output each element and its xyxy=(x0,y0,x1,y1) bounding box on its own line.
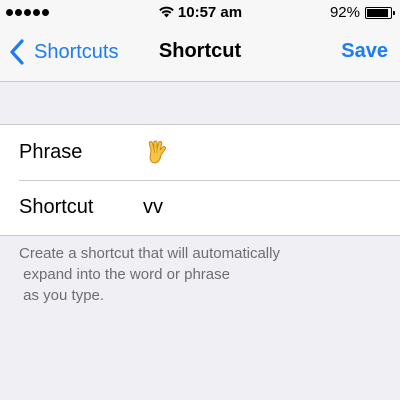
shortcut-label: Shortcut xyxy=(19,196,94,218)
battery-icon xyxy=(365,6,395,19)
back-button-label: Shortcuts xyxy=(34,40,119,63)
shortcut-row[interactable]: Shortcut vv xyxy=(0,180,400,235)
shortcut-input[interactable]: vv xyxy=(143,196,383,219)
shortcut-edit-screen: 10:57 am 92% Shortcuts Shortcut Save Phr… xyxy=(0,0,400,400)
shortcut-form: Phrase Shortcut vv xyxy=(0,124,400,236)
navigation-bar: Shortcuts Shortcut Save xyxy=(0,26,400,81)
phrase-label: Phrase xyxy=(19,141,83,163)
battery-percent: 92% xyxy=(329,4,360,21)
vulcan-salute-icon[interactable] xyxy=(146,139,168,166)
back-button[interactable]: Shortcuts xyxy=(8,38,118,66)
wifi-icon xyxy=(159,6,174,18)
status-bar: 10:57 am 92% xyxy=(0,0,400,26)
chevron-left-icon xyxy=(10,39,24,65)
footer-description: Create a shortcut that will automaticall… xyxy=(19,245,280,304)
phrase-row[interactable]: Phrase xyxy=(0,125,400,180)
battery-status: 92% xyxy=(329,4,395,21)
save-button[interactable]: Save xyxy=(341,40,388,63)
battery-fill xyxy=(367,8,389,17)
top-bar: 10:57 am 92% Shortcuts Shortcut Save xyxy=(0,0,400,82)
status-time: 10:57 am xyxy=(177,4,243,21)
